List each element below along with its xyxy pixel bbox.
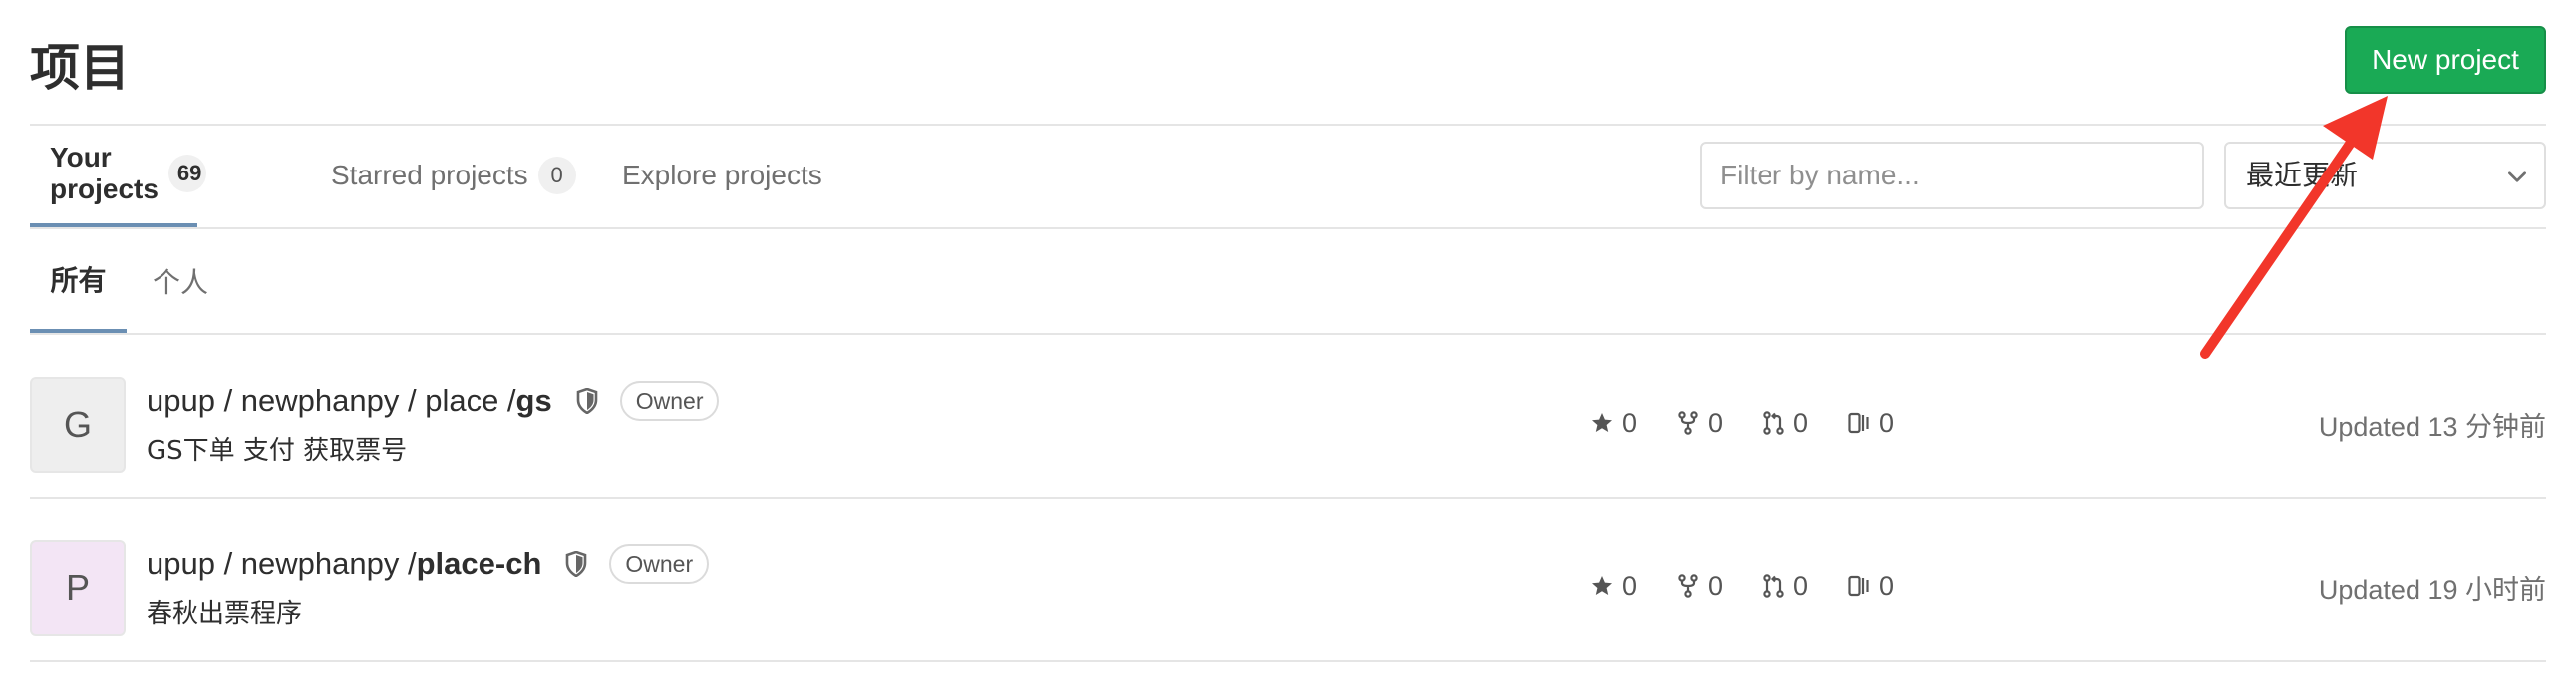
sort-selected-label: 最近更新 <box>2246 159 2359 191</box>
star-count[interactable]: 0 <box>1590 405 1637 441</box>
role-badge: Owner <box>609 544 710 584</box>
tab-starred-projects[interactable]: Starred projects 0 <box>331 124 576 227</box>
fork-count[interactable]: 0 <box>1676 405 1723 441</box>
tab-explore-projects[interactable]: Explore projects <box>622 124 822 227</box>
role-badge: Owner <box>619 381 720 421</box>
shield-icon <box>566 551 587 577</box>
issues-icon <box>1848 412 1869 434</box>
project-filter-subtabs: 所有 个人 <box>30 229 2546 335</box>
tab-label: Starred projects <box>331 160 528 190</box>
project-title: upup / newphanpy / place-ch Owner <box>147 542 710 586</box>
project-name-link[interactable]: gs <box>516 383 552 419</box>
issues-count[interactable]: 0 <box>1847 568 1894 604</box>
shield-icon <box>576 388 598 414</box>
project-tabs: Your projects 69 Starred projects 0 Expl… <box>30 124 2546 229</box>
project-description: 春秋出票程序 <box>147 599 303 629</box>
merge-request-count[interactable]: 0 <box>1762 405 1808 441</box>
fork-count-value: 0 <box>1708 407 1724 438</box>
issues-count-value: 0 <box>1879 570 1895 601</box>
issues-count-value: 0 <box>1879 407 1895 438</box>
star-icon <box>1592 413 1612 432</box>
sort-dropdown[interactable]: 最近更新 <box>2224 142 2546 209</box>
star-count-value: 0 <box>1622 570 1638 601</box>
tab-count-badge: 69 <box>167 155 206 192</box>
merge-request-count-value: 0 <box>1793 407 1809 438</box>
fork-icon <box>1678 574 1698 598</box>
merge-request-icon <box>1763 411 1784 435</box>
fork-count-value: 0 <box>1708 570 1724 601</box>
issues-count[interactable]: 0 <box>1847 405 1894 441</box>
merge-request-count[interactable]: 0 <box>1762 568 1808 604</box>
tab-your-projects[interactable]: Your projects 69 <box>30 124 206 227</box>
merge-request-icon <box>1763 574 1784 598</box>
project-avatar[interactable]: P <box>30 540 126 636</box>
project-namespace[interactable]: upup / newphanpy / <box>147 546 417 582</box>
tab-count-badge: 0 <box>537 157 576 194</box>
project-row[interactable]: G upup / newphanpy / place / gs Owner GS… <box>30 335 2546 499</box>
tab-label: Explore projects <box>622 160 822 190</box>
project-name-link[interactable]: place-ch <box>417 546 542 582</box>
new-project-button[interactable]: New project <box>2345 26 2546 94</box>
star-count-value: 0 <box>1622 407 1638 438</box>
issues-icon <box>1848 575 1869 597</box>
filter-by-name-input[interactable] <box>1700 142 2204 209</box>
star-icon <box>1592 576 1612 595</box>
page-header: 项目 New project <box>30 0 2546 126</box>
subtab-all[interactable]: 所有 <box>30 229 127 333</box>
star-count[interactable]: 0 <box>1590 568 1637 604</box>
page: 项目 New project Your projects 69 Starred … <box>30 0 2546 684</box>
tab-label: Your projects <box>50 142 159 204</box>
project-description: GS下单 支付 获取票号 <box>147 436 408 466</box>
subtab-personal[interactable]: 个人 <box>146 229 215 333</box>
project-title: upup / newphanpy / place / gs Owner <box>147 379 720 423</box>
updated-timestamp: Updated 19 小时前 <box>2318 575 2546 605</box>
chevron-down-icon <box>2508 171 2526 182</box>
updated-timestamp: Updated 13 分钟前 <box>2318 412 2546 442</box>
project-namespace[interactable]: upup / newphanpy / place / <box>147 383 516 419</box>
project-avatar[interactable]: G <box>30 377 126 473</box>
fork-icon <box>1678 411 1698 435</box>
fork-count[interactable]: 0 <box>1676 568 1723 604</box>
project-row[interactable]: P upup / newphanpy / place-ch Owner 春秋出票… <box>30 499 2546 662</box>
merge-request-count-value: 0 <box>1793 570 1809 601</box>
page-title: 项目 <box>30 39 130 97</box>
